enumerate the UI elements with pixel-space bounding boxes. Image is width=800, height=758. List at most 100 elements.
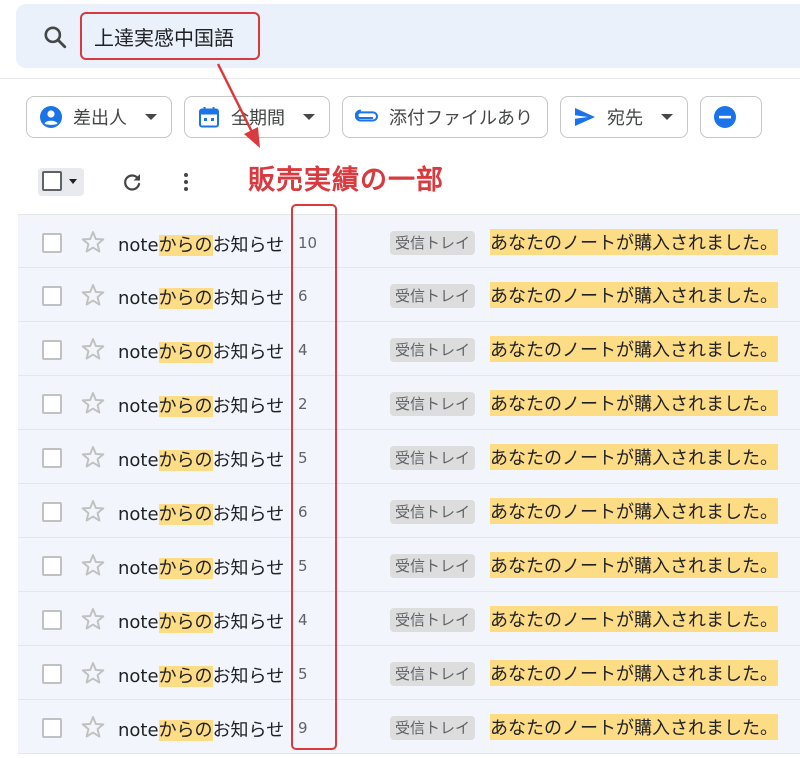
inbox-label[interactable]: 受信トレイ [390,338,476,362]
star-icon[interactable] [80,390,106,416]
inbox-label[interactable]: 受信トレイ [390,608,476,632]
filter-chip-label: 添付ファイルあり [389,108,533,129]
sender-name: noteからのお知らせ [118,231,284,257]
inbox-label[interactable]: 受信トレイ [390,231,476,255]
message-row[interactable]: noteからのお知らせ 5 受信トレイ あなたのノートが購入されました。 [18,646,800,700]
inbox-label[interactable]: 受信トレイ [390,446,476,470]
message-list: noteからのお知らせ 10 受信トレイ あなたのノートが購入されました。 noteから… [18,214,800,754]
sender-text: note [118,450,159,471]
message-row[interactable]: noteからのお知らせ 10 受信トレイ あなたのノートが購入されました。 [18,214,800,268]
sender-text: note [118,288,159,309]
filter-chip-label: 宛先 [607,108,643,129]
row-checkbox[interactable] [42,448,62,468]
star-icon[interactable] [80,552,106,578]
message-subject: あなたのノートが購入されました。 [490,660,778,686]
message-subject: あなたのノートが購入されました。 [490,336,778,362]
sender-text: note [118,558,159,579]
filter-chip-sender[interactable]: 差出人 [26,96,172,138]
sender-text: note [118,396,159,417]
inbox-label[interactable]: 受信トレイ [390,716,476,740]
filter-chip-label: 全期間 [231,108,285,129]
header-divider [0,78,800,79]
star-icon[interactable] [80,714,106,740]
row-checkbox[interactable] [42,610,62,630]
sender-name: noteからのお知らせ [118,500,284,526]
star-icon[interactable] [80,229,106,255]
sender-highlight: からの [158,288,213,309]
sender-text: note [118,720,159,741]
paperclip-icon [355,109,379,122]
sender-name: noteからのお知らせ [118,662,284,688]
message-row[interactable]: noteからのお知らせ 4 受信トレイ あなたのノートが購入されました。 [18,592,800,646]
filter-chips: 差出人 全期間 添付ファイルあり 宛先 [26,96,762,138]
annotation-highlight-box [291,204,337,750]
refresh-icon[interactable] [120,170,144,194]
message-row[interactable]: noteからのお知らせ 4 受信トレイ あなたのノートが購入されました。 [18,322,800,376]
sender-text: お知らせ [212,288,285,309]
star-icon[interactable] [80,606,106,632]
sender-name: noteからのお知らせ [118,392,284,418]
row-checkbox[interactable] [42,233,62,253]
filter-chip-to[interactable]: 宛先 [560,96,688,138]
message-subject: あなたのノートが購入されました。 [490,714,778,740]
sender-text: お知らせ [212,235,285,256]
star-icon[interactable] [80,660,106,686]
message-row[interactable]: noteからのお知らせ 9 受信トレイ あなたのノートが購入されました。 [18,700,800,754]
inbox-label[interactable]: 受信トレイ [390,284,476,308]
sender-text: note [118,504,159,525]
sender-text: note [118,342,159,363]
star-icon[interactable] [80,444,106,470]
sender-text: お知らせ [212,504,285,525]
message-subject: あなたのノートが購入されました。 [490,390,778,416]
chevron-down-icon [145,114,157,120]
calendar-icon [199,107,219,128]
message-row[interactable]: noteからのお知らせ 5 受信トレイ あなたのノートが購入されました。 [18,538,800,592]
sender-highlight: からの [158,504,213,525]
message-row[interactable]: noteからのお知らせ 2 受信トレイ あなたのノートが購入されました。 [18,376,800,430]
sender-highlight: からの [158,342,213,363]
message-row[interactable]: noteからのお知らせ 6 受信トレイ あなたのノートが購入されました。 [18,484,800,538]
filter-chip-date[interactable]: 全期間 [184,96,330,138]
sender-text: お知らせ [212,720,285,741]
row-checkbox[interactable] [42,286,62,306]
sender-name: noteからのお知らせ [118,716,284,742]
star-icon[interactable] [80,282,106,308]
chevron-down-icon [661,114,673,120]
inbox-label[interactable]: 受信トレイ [390,392,476,416]
sender-text: お知らせ [212,342,285,363]
filter-chip-exclude[interactable] [700,96,762,138]
row-checkbox[interactable] [42,556,62,576]
more-vert-icon[interactable] [174,170,198,194]
star-icon[interactable] [80,498,106,524]
person-icon [40,106,62,128]
sender-highlight: からの [158,450,213,471]
sender-text: お知らせ [212,396,285,417]
row-checkbox[interactable] [42,340,62,360]
row-checkbox[interactable] [42,394,62,414]
inbox-label[interactable]: 受信トレイ [390,500,476,524]
inbox-label[interactable]: 受信トレイ [390,554,476,578]
search-icon[interactable] [42,24,68,50]
filter-chip-attachment[interactable]: 添付ファイルあり [342,96,548,138]
star-icon[interactable] [80,336,106,362]
message-row[interactable]: noteからのお知らせ 5 受信トレイ あなたのノートが購入されました。 [18,430,800,484]
send-icon [575,108,595,126]
search-input[interactable]: 上達実感中国語 [80,12,260,60]
message-subject: あなたのノートが購入されました。 [490,552,778,578]
annotation-label: 販売実績の一部 [248,165,444,196]
sender-highlight: からの [158,612,213,633]
message-subject: あなたのノートが購入されました。 [490,229,778,255]
sender-highlight: からの [158,666,213,687]
row-checkbox[interactable] [42,502,62,522]
sender-name: noteからのお知らせ [118,338,284,364]
select-all-checkbox[interactable] [38,168,84,196]
sender-name: noteからのお知らせ [118,608,284,634]
message-subject: あなたのノートが購入されました。 [490,282,778,308]
message-row[interactable]: noteからのお知らせ 6 受信トレイ あなたのノートが購入されました。 [18,268,800,322]
row-checkbox[interactable] [42,718,62,738]
row-checkbox[interactable] [42,664,62,684]
search-bar: 上達実感中国語 [16,4,800,68]
minus-circle-icon [714,106,736,128]
inbox-label[interactable]: 受信トレイ [390,662,476,686]
chevron-down-icon [303,114,315,120]
